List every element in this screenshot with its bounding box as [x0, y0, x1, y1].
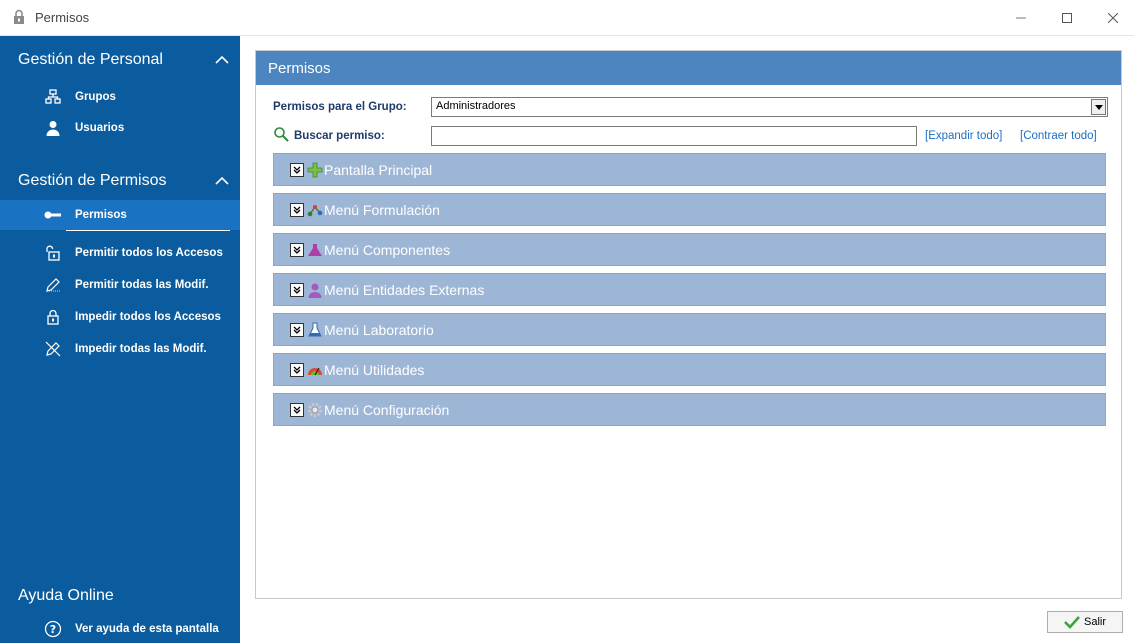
group-row-menu-configuracion[interactable]: Menú Configuración [273, 393, 1106, 426]
maximize-button[interactable] [1044, 0, 1090, 36]
expand-toggle-icon[interactable] [290, 163, 304, 177]
lock-icon [44, 308, 62, 326]
key-icon [44, 206, 62, 224]
group-label: Menú Componentes [324, 241, 451, 258]
minimize-icon [1016, 17, 1026, 19]
flask-icon [307, 242, 323, 258]
group-label: Menú Laboratorio [324, 321, 434, 338]
sidebar-item-permisos[interactable]: Permisos [0, 200, 240, 231]
groups-icon [44, 88, 62, 106]
sidebar-item-permitir-modif[interactable]: Permitir todas las Modif. [0, 270, 240, 300]
close-icon [1108, 13, 1118, 23]
exit-button-label: Salir [1083, 616, 1106, 628]
sidebar-item-label: Ver ayuda de esta pantalla [75, 623, 219, 635]
sidebar-item-impedir-accesos[interactable]: Impedir todos los Accesos [0, 302, 240, 332]
expand-toggle-icon[interactable] [290, 403, 304, 417]
section-title: Gestión de Permisos [18, 172, 167, 189]
group-row-menu-entidades-externas[interactable]: Menú Entidades Externas [273, 273, 1106, 306]
active-underline [66, 230, 230, 231]
dropdown-arrow-icon[interactable] [1091, 99, 1106, 115]
sidebar-item-permitir-accesos[interactable]: Permitir todos los Accesos [0, 238, 240, 268]
sidebar-item-label: Usuarios [75, 122, 125, 134]
sidebar-item-label: Impedir todas las Modif. [75, 343, 207, 355]
gauge-icon [307, 362, 323, 378]
group-row-menu-componentes[interactable]: Menú Componentes [273, 233, 1106, 266]
group-row-pantalla-principal[interactable]: Pantalla Principal [273, 153, 1106, 186]
group-label: Menú Formulación [324, 201, 440, 218]
close-button[interactable] [1090, 0, 1134, 36]
panel-title: Permisos [268, 59, 331, 77]
group-label: Menú Utilidades [324, 361, 425, 378]
collapse-all-link[interactable]: [Contraer todo] [1020, 130, 1097, 142]
sidebar-item-label: Permitir todas las Modif. [75, 279, 209, 291]
sidebar-item-impedir-modif[interactable]: Impedir todas las Modif. [0, 334, 240, 364]
sidebar-item-ver-ayuda[interactable]: ? Ver ayuda de esta pantalla [0, 614, 240, 643]
group-row-menu-formulacion[interactable]: Menú Formulación [273, 193, 1106, 226]
search-icon [273, 126, 289, 147]
chevron-up-icon [215, 55, 229, 64]
person-icon [307, 282, 323, 298]
group-label: Pantalla Principal [324, 161, 433, 178]
expand-toggle-icon[interactable] [290, 203, 304, 217]
section-header-ayuda: Ayuda Online [18, 582, 233, 610]
search-label: Buscar permiso: [294, 130, 385, 142]
minimize-button[interactable] [998, 0, 1044, 36]
window-title: Permisos [35, 10, 90, 25]
section-title: Ayuda Online [18, 587, 114, 604]
sidebar-item-grupos[interactable]: Grupos [0, 82, 240, 112]
sidebar-item-label: Permisos [75, 209, 127, 221]
expand-toggle-icon[interactable] [290, 323, 304, 337]
group-select-value: Administradores [436, 100, 516, 112]
group-select[interactable]: Administradores [431, 97, 1108, 117]
unlock-icon [44, 244, 62, 262]
search-input[interactable] [431, 126, 917, 146]
permissions-panel: Permisos Permisos para el Grupo: Adminis… [255, 50, 1122, 599]
green-plus-icon [307, 162, 323, 178]
expand-toggle-icon[interactable] [290, 243, 304, 257]
molecule-icon [307, 202, 323, 218]
expand-toggle-icon[interactable] [290, 283, 304, 297]
exit-button[interactable]: Salir [1047, 611, 1123, 633]
expand-toggle-icon[interactable] [290, 363, 304, 377]
sidebar-item-label: Permitir todos los Accesos [75, 247, 223, 259]
panel-header: Permisos [256, 51, 1121, 85]
lab-beaker-icon [307, 322, 323, 338]
sidebar-item-label: Grupos [75, 91, 116, 103]
checkmark-icon [1064, 616, 1080, 629]
section-header-gestion-permisos[interactable]: Gestión de Permisos [18, 167, 233, 195]
group-label: Menú Entidades Externas [324, 281, 485, 298]
lock-app-icon [11, 9, 27, 25]
section-header-gestion-personal[interactable]: Gestión de Personal [18, 46, 233, 74]
group-row-menu-laboratorio[interactable]: Menú Laboratorio [273, 313, 1106, 346]
sidebar-item-usuarios[interactable]: Usuarios [0, 113, 240, 143]
user-icon [44, 119, 62, 137]
help-circle-icon: ? [44, 620, 62, 638]
no-edit-icon [44, 340, 62, 358]
group-label: Menú Configuración [324, 401, 450, 418]
pencil-icon [44, 276, 62, 294]
chevron-up-icon [215, 176, 229, 185]
group-label: Permisos para el Grupo: [273, 101, 407, 113]
sidebar: Gestión de Personal Grupos Usuarios Gest… [0, 36, 240, 643]
sidebar-item-label: Impedir todos los Accesos [75, 311, 221, 323]
group-row-menu-utilidades[interactable]: Menú Utilidades [273, 353, 1106, 386]
gear-icon [307, 402, 323, 418]
expand-all-link[interactable]: [Expandir todo] [925, 130, 1002, 142]
title-bar: Permisos [0, 0, 1134, 36]
svg-text:?: ? [50, 623, 56, 636]
maximize-icon [1062, 13, 1072, 23]
section-title: Gestión de Personal [18, 51, 163, 68]
